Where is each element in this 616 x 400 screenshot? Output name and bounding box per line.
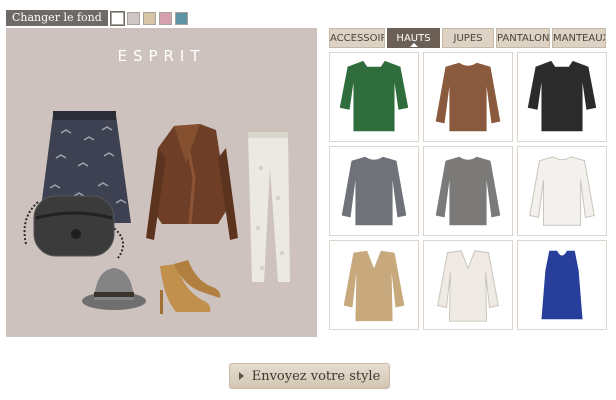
swatch-list	[108, 10, 188, 26]
product-striped-sweater[interactable]	[423, 52, 513, 142]
background-switcher-label: Changer le fond	[6, 10, 108, 26]
submit-style-button[interactable]: Envoyez votre style	[229, 363, 390, 389]
sweater-icon	[529, 156, 595, 226]
swatch-white[interactable]	[109, 10, 125, 26]
swatch-teal[interactable]	[174, 11, 188, 25]
tab-jupes[interactable]: JUPES	[442, 28, 494, 48]
moodboard-items	[23, 111, 290, 314]
product-camel-tunic[interactable]	[329, 240, 419, 330]
blouse-icon	[437, 250, 499, 322]
swatch-pink[interactable]	[158, 11, 172, 25]
product-grey-tshirt[interactable]	[423, 146, 513, 236]
product-black-print-blouse[interactable]	[517, 52, 607, 142]
category-tabs: ACCESSOIRESHAUTSJUPESPANTALONSMANTEAUX	[329, 28, 608, 48]
tab-pantalons[interactable]: PANTALONS	[496, 28, 550, 48]
tan-suede-pumps[interactable]	[160, 260, 221, 314]
white-printed-jeans[interactable]	[248, 132, 290, 282]
product-grid	[329, 52, 609, 332]
swatch-beige[interactable]	[142, 11, 156, 25]
swatch-grey[interactable]	[126, 11, 140, 25]
submit-style-label: Envoyez votre style	[251, 368, 381, 384]
product-blue-sheer-top[interactable]	[517, 240, 607, 330]
style-moodboard[interactable]: ESPRIT	[6, 28, 317, 337]
shirt-icon	[339, 60, 409, 132]
blouse-icon	[343, 250, 405, 322]
tab-hauts[interactable]: HAUTS	[387, 28, 440, 48]
play-arrow-icon	[238, 372, 244, 380]
sweater-icon	[341, 156, 407, 226]
shirt-icon	[527, 60, 597, 132]
tab-manteaux[interactable]: MANTEAUX	[552, 28, 606, 48]
product-grey-knit-sweater[interactable]	[329, 146, 419, 236]
product-white-blouse[interactable]	[517, 146, 607, 236]
brown-leather-jacket[interactable]	[146, 124, 238, 240]
knit-handbag[interactable]	[23, 195, 125, 259]
tab-accessoires[interactable]: ACCESSOIRES	[329, 28, 385, 48]
tank-icon	[541, 250, 583, 320]
background-switcher: Changer le fond	[6, 10, 188, 26]
grey-fedora-hat[interactable]	[82, 268, 146, 310]
product-green-shirt[interactable]	[329, 52, 419, 142]
product-cream-blouse[interactable]	[423, 240, 513, 330]
sweater-icon	[435, 62, 501, 132]
sweater-icon	[435, 156, 501, 226]
